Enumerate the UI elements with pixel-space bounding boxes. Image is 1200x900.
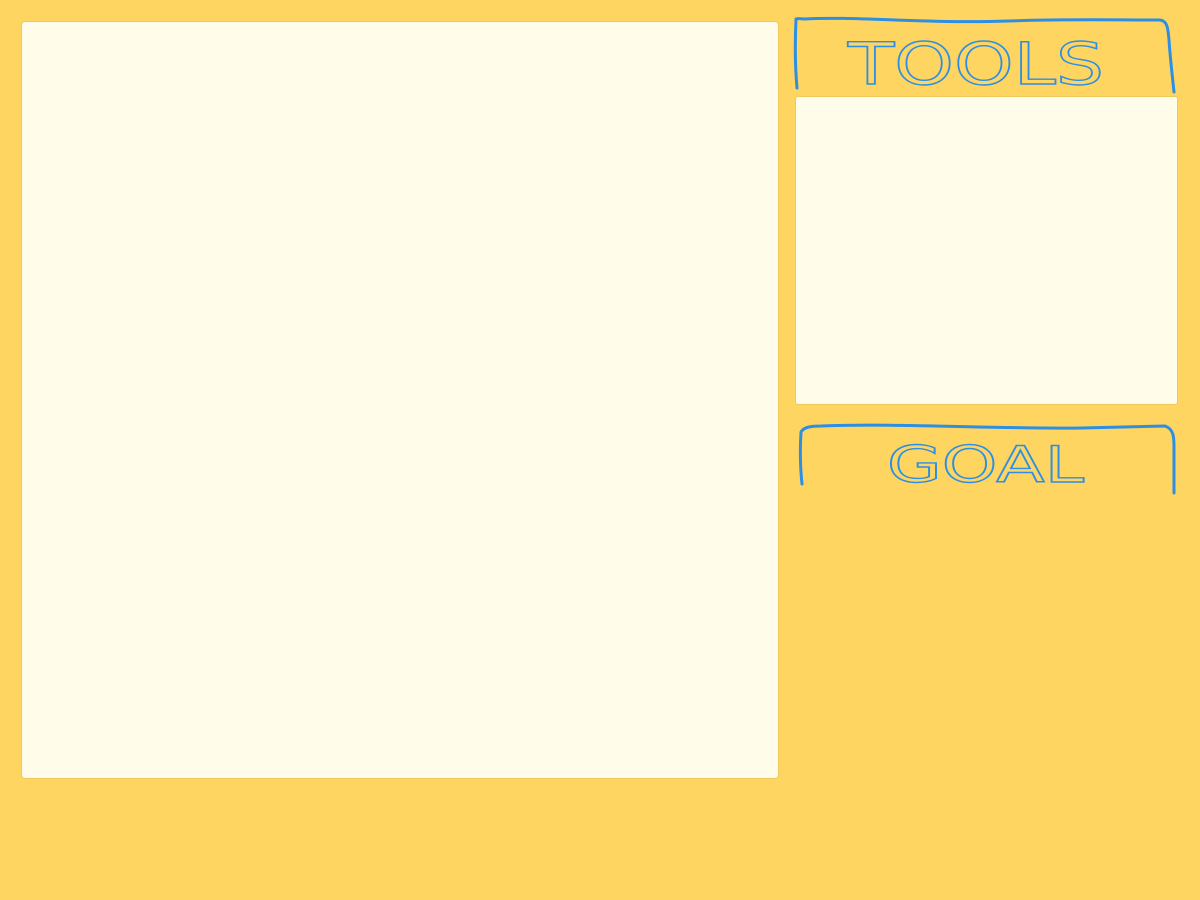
tools-panel[interactable] — [796, 97, 1177, 404]
main-canvas-area[interactable] — [22, 22, 778, 778]
tools-tab-label: TOOLS — [847, 30, 1104, 98]
tools-tab[interactable]: TOOLS — [793, 16, 1176, 99]
goal-tab-label: GOAL — [887, 436, 1084, 494]
goal-tab-outline — [798, 423, 1176, 495]
tools-tab-outline — [793, 16, 1176, 94]
goal-tab[interactable]: GOAL — [798, 423, 1176, 495]
app-root: TOOLS GOAL — [0, 0, 1200, 900]
